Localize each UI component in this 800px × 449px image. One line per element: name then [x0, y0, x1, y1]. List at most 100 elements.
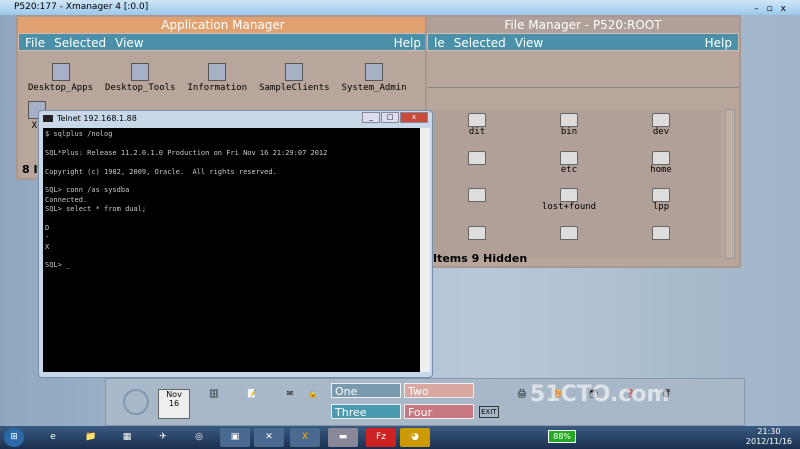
menu-view[interactable]: View: [115, 34, 143, 50]
folder-item[interactable]: lpp: [615, 184, 707, 221]
file-manager-titlebar[interactable]: File Manager - P520:ROOT: [427, 17, 739, 33]
battery-indicator[interactable]: 88%: [548, 430, 576, 443]
xmanager-title: P520:177 - Xmanager 4 [:0.0]: [14, 2, 149, 12]
console-icon: [43, 115, 53, 122]
file-list-scrollbar[interactable]: [725, 109, 735, 259]
app-sampleclients[interactable]: SampleClients: [259, 63, 330, 93]
menu-selected[interactable]: Selected: [54, 34, 106, 50]
xmanager-titlebar[interactable]: P520:177 - Xmanager 4 [:0.0] –▫x: [0, 0, 800, 15]
folder-icon: [652, 113, 670, 127]
folder-icon: [652, 150, 670, 165]
telnet-title: Telnet 192.168.1.88: [57, 114, 137, 123]
folder-icon: [468, 113, 486, 127]
folder-label: bin: [560, 127, 578, 137]
folder-item[interactable]: [615, 222, 707, 259]
terminal-output[interactable]: $ sqlplus /nolog SQL*Plus: Release 11.2.0…: [43, 128, 420, 372]
xmanager-icon[interactable]: ▣: [220, 428, 250, 447]
folder-item[interactable]: home: [615, 147, 707, 184]
watermark: 51CTO.com: [530, 382, 670, 407]
text-editor-icon[interactable]: 📝: [236, 389, 268, 419]
app-information[interactable]: Information: [187, 63, 247, 93]
telnet-window: Telnet 192.168.1.88 _ □ x $ sqlplus /nolog…: [38, 110, 433, 378]
calendar-day: 16: [168, 399, 180, 408]
folder-label: dev: [652, 127, 670, 137]
menu-selected[interactable]: Selected: [454, 34, 506, 50]
file-list: dit bin dev etc home lost+found lpp: [431, 109, 721, 259]
maximize-button[interactable]: □: [381, 112, 399, 123]
exit-button[interactable]: EXIT: [479, 406, 499, 418]
monitor-icon: [365, 63, 384, 81]
file-cabinet-icon[interactable]: 🗄: [198, 389, 230, 419]
workspace-one[interactable]: One: [331, 383, 401, 398]
cmd-icon[interactable]: ▬: [328, 428, 358, 447]
folder-icon: [51, 63, 70, 81]
folder-item[interactable]: dev: [615, 109, 707, 146]
folder-item[interactable]: dit: [431, 109, 523, 146]
qq-icon[interactable]: ◕: [400, 428, 430, 447]
start-button[interactable]: ⊞: [4, 428, 24, 447]
terminal-line: SQL> conn /as sysdba: [45, 186, 130, 195]
close-button[interactable]: x: [400, 112, 428, 123]
app-desktop-tools[interactable]: Desktop_Tools: [105, 63, 175, 93]
menu-file[interactable]: File: [25, 34, 45, 50]
windows-taskbar: ⊞ e 📁 ▦ ✈ ◎ ▣ ✕ X ▬ Fz ◕ 88% 21:30 2012/1…: [0, 426, 800, 449]
bird-icon[interactable]: ✈: [148, 428, 178, 447]
workspace-four[interactable]: Four: [404, 404, 474, 419]
folder-icon: [468, 225, 486, 240]
folder-icon: [652, 225, 670, 240]
app-manager-titlebar[interactable]: Application Manager: [18, 17, 428, 33]
telnet-titlebar[interactable]: Telnet 192.168.1.88 _ □ x: [39, 111, 432, 127]
minimize-button[interactable]: _: [362, 112, 380, 123]
icon-label: SampleClients: [259, 83, 330, 93]
xshell-icon[interactable]: X: [290, 428, 320, 447]
icon-label: Information: [187, 83, 248, 93]
folder-icon: [560, 188, 578, 202]
app-system-admin[interactable]: System_Admin: [342, 63, 407, 93]
menu-help[interactable]: Help: [705, 34, 732, 50]
file-manager-status: Items 9 Hidden: [433, 252, 528, 265]
terminal-line: $ sqlplus /nolog: [45, 130, 113, 138]
mail-icon[interactable]: ✉: [274, 389, 306, 419]
app-icon[interactable]: ◎: [184, 428, 214, 447]
path-bar: [427, 87, 739, 104]
ie-icon[interactable]: e: [38, 428, 68, 447]
folder-item[interactable]: [523, 222, 615, 259]
workspace-two[interactable]: Two: [404, 383, 474, 398]
app-icon[interactable]: ▦: [112, 428, 142, 447]
lock-icon[interactable]: 🔒: [306, 389, 320, 419]
workspace-three[interactable]: Three: [331, 404, 401, 419]
file-manager-menubar: le Selected View Help: [427, 33, 739, 51]
window-controls[interactable]: –▫x: [754, 2, 794, 17]
app-desktop-apps[interactable]: Desktop_Apps: [28, 63, 93, 93]
folder-icon: [468, 150, 486, 165]
calendar-button[interactable]: Nov 16: [158, 389, 190, 419]
terminal-line: D: [45, 223, 50, 232]
menu-file[interactable]: le: [434, 34, 445, 50]
folder-item[interactable]: [431, 184, 523, 221]
clock-date: 2012/11/16: [745, 437, 792, 446]
terminal-scrollbar[interactable]: [420, 128, 430, 372]
file-manager-window: File Manager - P520:ROOT le Selected Vie…: [425, 15, 741, 268]
clock-icon[interactable]: [120, 389, 152, 419]
folder-label: lost+found: [541, 202, 597, 212]
system-clock[interactable]: 21:30 2012/11/16: [746, 427, 792, 447]
clock-time: 21:30: [757, 427, 781, 436]
folder-label: home: [650, 164, 672, 175]
folder-item[interactable]: [431, 147, 523, 184]
folder-icon: [560, 225, 578, 240]
menu-view[interactable]: View: [515, 34, 543, 50]
folder-icon: [560, 150, 578, 165]
terminal-line: Copyright (c) 1982, 2009, Oracle. All ri…: [45, 167, 277, 176]
folder-item[interactable]: etc: [523, 147, 615, 184]
filezilla-icon[interactable]: Fz: [366, 428, 396, 447]
terminal-line: SQL> _: [45, 261, 71, 270]
folder-item[interactable]: lost+found: [523, 184, 615, 221]
menu-help[interactable]: Help: [394, 34, 421, 50]
app-manager-menubar: File Selected View Help: [18, 33, 428, 51]
xbrowser-icon[interactable]: ✕: [254, 428, 284, 447]
folder-item[interactable]: bin: [523, 109, 615, 146]
folder-icon: [652, 188, 670, 202]
explorer-icon[interactable]: 📁: [76, 428, 106, 447]
